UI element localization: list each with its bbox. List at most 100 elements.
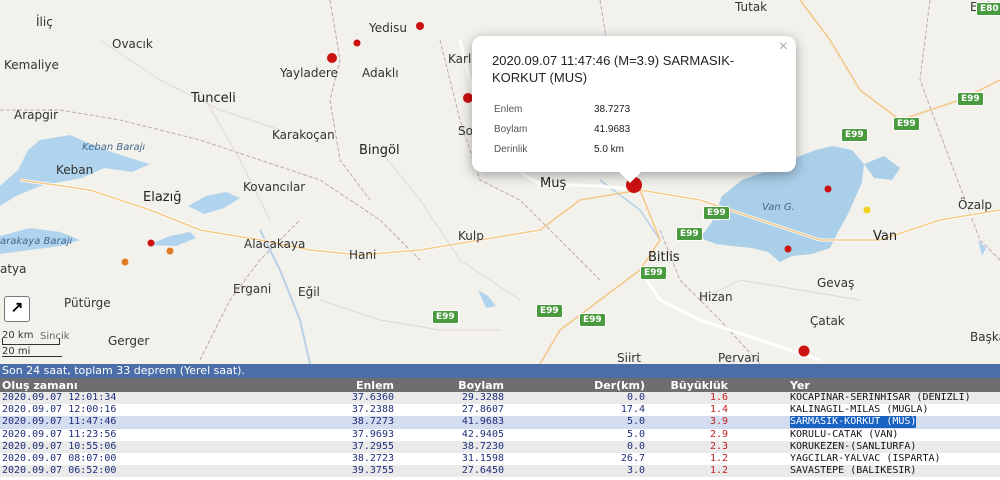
col-lon[interactable]: Boylam — [458, 379, 504, 392]
highway-shield: E80 — [976, 2, 1000, 16]
map-view[interactable]: Tunceli Bingöl Elazığ Muş Bitlis Van İli… — [0, 0, 1000, 364]
popup-value-lat: 38.7273 — [594, 104, 631, 115]
city-label: Hizan — [699, 290, 733, 304]
earthquake-marker[interactable] — [798, 345, 810, 357]
earthquake-marker[interactable] — [784, 245, 792, 253]
city-label: Kovancılar — [243, 180, 306, 194]
table-header: Oluş zamanı Enlem Boylam Der(km) Büyüklü… — [0, 378, 1000, 392]
cell-lon: 27.6450 — [461, 465, 504, 477]
city-label: Kemaliye — [4, 58, 59, 72]
highway-shield: E99 — [579, 313, 606, 327]
city-label: Çatak — [810, 314, 845, 328]
cell-location: YAGCILAR-YALVAC (ISPARTA) — [790, 452, 941, 464]
table-row[interactable]: 2020.09.07 10:55:06 37.2955 38.7230 0.0 … — [0, 440, 1000, 453]
city-label: Yayladere — [280, 66, 338, 80]
cell-time: 2020.09.07 10:55:06 — [2, 440, 117, 452]
cell-mag: 1.6 — [709, 392, 728, 403]
lake-van-shore — [864, 156, 900, 180]
cell-mag: 1.2 — [709, 452, 728, 464]
cell-depth: 3.0 — [626, 465, 645, 477]
city-label: Başka — [970, 330, 1000, 344]
cell-time: 2020.09.07 11:47:46 — [2, 416, 117, 428]
table-row[interactable]: 2020.09.07 08:07:00 38.2723 31.1598 26.7… — [0, 453, 1000, 465]
city-label: Hani — [349, 248, 377, 262]
scale-bar-km — [2, 338, 60, 345]
table-row[interactable]: 2020.09.07 12:01:34 37.6360 29.3288 0.0 … — [0, 392, 1000, 405]
earthquake-marker[interactable] — [147, 239, 155, 247]
city-label: Ovacık — [112, 37, 153, 51]
city-label: Tutak — [735, 0, 768, 14]
table-row[interactable]: 2020.09.07 11:23:56 37.9693 42.9405 5.0 … — [0, 429, 1000, 441]
city-label: Keban — [56, 163, 94, 177]
city-label: Yedisu — [369, 21, 407, 35]
cell-lat: 37.6360 — [351, 392, 394, 403]
col-location[interactable]: Yer — [790, 379, 810, 392]
popup-label-depth: Derinlik — [494, 144, 528, 155]
cell-lon: 27.8607 — [461, 404, 504, 416]
earthquake-marker[interactable] — [121, 258, 129, 266]
cell-mag: 3.9 — [709, 416, 728, 428]
cell-depth: 0.0 — [626, 392, 645, 403]
highway-shield: E99 — [957, 92, 984, 106]
col-magnitude[interactable]: Büyüklük — [671, 379, 728, 392]
cell-location: KORULU-CATAK (VAN) — [790, 428, 899, 440]
city-label: Adaklı — [362, 66, 399, 80]
table-row[interactable]: 2020.09.07 12:00:16 37.2388 27.8607 17.4… — [0, 404, 1000, 416]
col-depth[interactable]: Der(km) — [594, 379, 645, 392]
city-label: Kulp — [458, 229, 484, 243]
cell-time: 2020.09.07 12:00:16 — [2, 404, 117, 416]
city-label: Özalp — [958, 198, 993, 212]
col-time[interactable]: Oluş zamanı — [2, 379, 78, 392]
cell-lon: 42.9405 — [461, 428, 504, 440]
highway-shield: E99 — [703, 206, 730, 220]
earthquake-marker[interactable] — [166, 247, 174, 255]
cell-location: KOCAPINAR-SERINHISAR (DENIZLI) — [790, 392, 971, 403]
city-label: So — [458, 124, 473, 138]
city-label: İliç — [36, 15, 53, 29]
earthquake-marker[interactable] — [327, 53, 337, 63]
cell-time: 2020.09.07 08:07:00 — [2, 452, 117, 464]
highway-shield: E99 — [640, 266, 667, 280]
city-label: Ergani — [233, 282, 272, 296]
earthquake-marker[interactable] — [416, 22, 424, 30]
cell-location: KALINAGIL-MILAS (MUGLA) — [790, 404, 929, 416]
city-label: Van — [873, 229, 898, 244]
cell-lat: 39.3755 — [351, 465, 394, 477]
cell-mag: 2.9 — [709, 428, 728, 440]
cell-location: SARMASIK-KORKUT (MUS) — [790, 416, 917, 429]
city-label: Karakoçan — [272, 128, 335, 142]
city-label: Bingöl — [359, 143, 400, 158]
city-label: Siirt — [617, 351, 641, 364]
cell-lon: 38.7230 — [461, 440, 504, 452]
city-label: Eğil — [298, 285, 320, 299]
cell-depth: 26.7 — [620, 452, 645, 464]
cell-time: 2020.09.07 12:01:34 — [2, 392, 117, 403]
col-lat[interactable]: Enlem — [356, 379, 394, 392]
table-row-selected[interactable]: 2020.09.07 11:47:46 38.7273 41.9683 5.0 … — [0, 416, 1000, 429]
earthquake-marker[interactable] — [863, 206, 871, 214]
close-icon[interactable]: × — [779, 38, 788, 56]
scale-bar-mi — [2, 356, 62, 357]
popup-value-lon: 41.9683 — [594, 124, 631, 135]
water-label: arakaya Barajı — [0, 236, 73, 247]
earthquake-marker[interactable] — [353, 39, 361, 47]
cell-lat: 37.2388 — [351, 404, 394, 416]
cell-lat: 38.7273 — [351, 416, 394, 428]
summary-header: Son 24 saat, toplam 33 deprem (Yerel saa… — [0, 364, 1000, 378]
earthquake-marker[interactable] — [824, 185, 832, 193]
cell-time: 2020.09.07 06:52:00 — [2, 465, 117, 477]
expand-arrow-icon[interactable]: ↗ — [4, 296, 30, 322]
highway-shield: E99 — [841, 128, 868, 142]
highway-shield: E99 — [893, 117, 920, 131]
cell-depth: 5.0 — [626, 416, 645, 428]
cell-mag: 2.3 — [709, 440, 728, 452]
city-label: Gerger — [108, 334, 150, 348]
lake-small-1 — [148, 232, 196, 246]
cell-lon: 29.3288 — [461, 392, 504, 403]
cell-depth: 17.4 — [620, 404, 645, 416]
table-row[interactable]: 2020.09.07 06:52:00 39.3755 27.6450 3.0 … — [0, 465, 1000, 478]
city-label: Arapgir — [14, 108, 58, 122]
cell-location: KORUKEZEN-(SANLIURFA) — [790, 440, 917, 452]
highway-shield: E99 — [536, 304, 563, 318]
highway-shield: E99 — [676, 227, 703, 241]
